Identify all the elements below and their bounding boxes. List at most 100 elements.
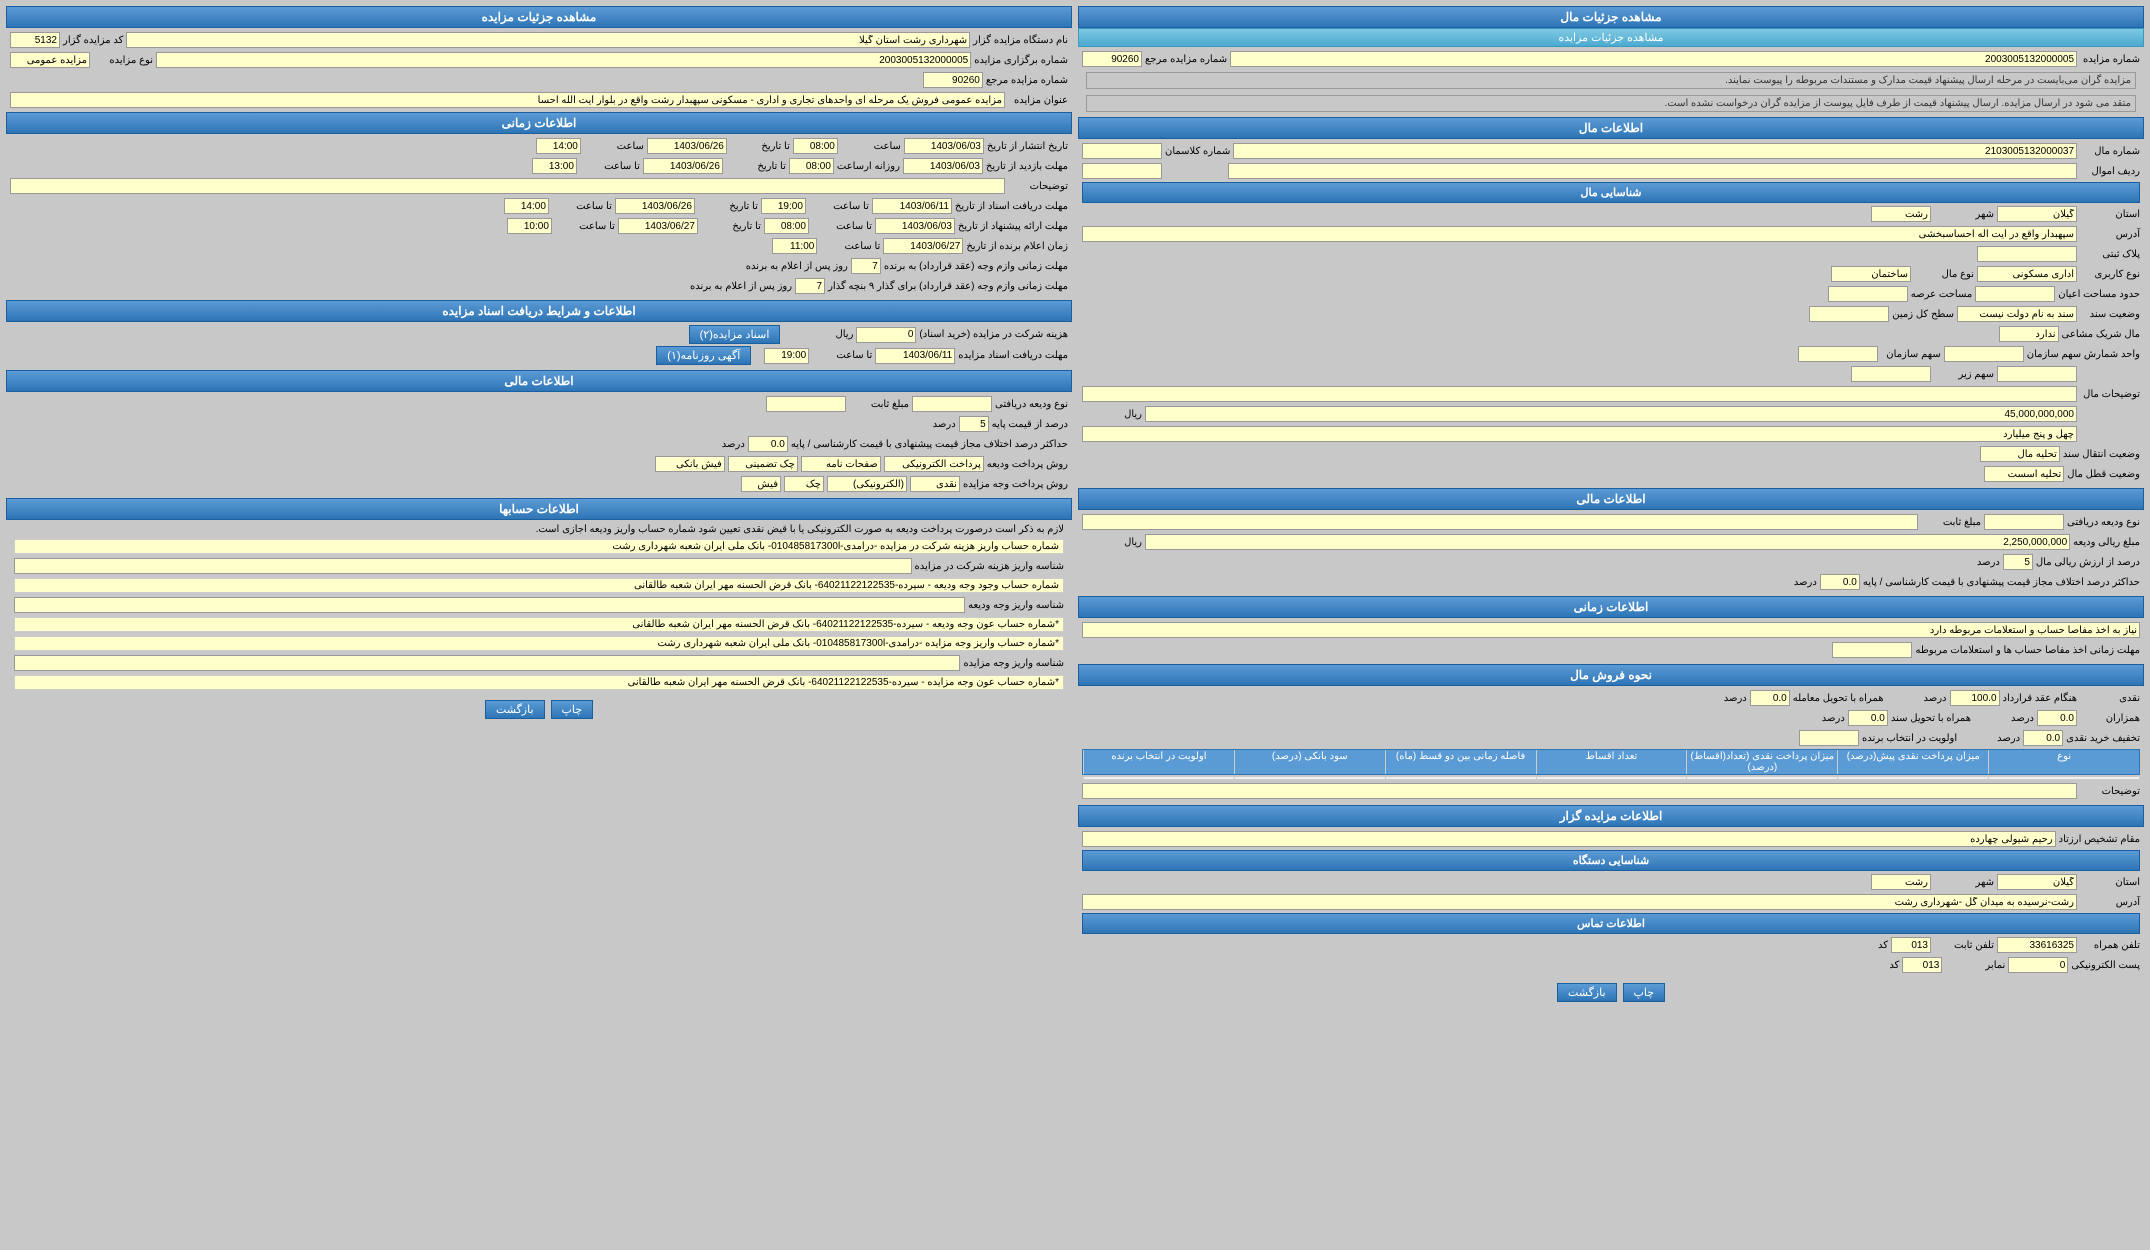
auction-number-field[interactable] (1230, 51, 2077, 67)
r-deposit-id-field[interactable] (14, 597, 965, 613)
r-base-pct-field[interactable] (959, 416, 989, 432)
r-deviation2-field[interactable] (748, 436, 788, 452)
property-class-field[interactable] (1082, 143, 1162, 159)
r-check-field[interactable] (784, 476, 824, 492)
r-organizer-field[interactable] (126, 32, 970, 48)
delivery-note-field[interactable] (1832, 642, 1912, 658)
r-notes-field[interactable] (10, 178, 1005, 194)
r-deadline-end-date-field[interactable] (643, 158, 723, 174)
province-field[interactable] (1997, 206, 2077, 222)
org-share-field[interactable] (1944, 346, 2024, 362)
notes-field[interactable] (1082, 386, 2077, 402)
r-contract-days-field[interactable] (851, 258, 881, 274)
a-address-field[interactable] (1082, 894, 2077, 910)
surface-area-field[interactable] (1975, 286, 2055, 302)
phone-code-field[interactable] (1891, 937, 1931, 953)
usage-type-field[interactable] (1977, 266, 2077, 282)
land-area2-field[interactable] (1809, 306, 1889, 322)
partner-field[interactable] (1999, 326, 2059, 342)
installment-field[interactable] (1750, 690, 1790, 706)
transfer-status-field[interactable] (1980, 446, 2060, 462)
r-winner-time-field[interactable] (772, 238, 817, 254)
right-print-button[interactable]: چاپ (551, 700, 594, 719)
r-deadline-time-field[interactable] (789, 158, 834, 174)
account-note-field[interactable] (1082, 622, 2140, 638)
r-pre-end-field[interactable] (618, 218, 698, 234)
r-title-field[interactable] (10, 92, 1005, 108)
r-pre-end-time-field[interactable] (507, 218, 552, 234)
notes2-field[interactable] (1082, 783, 2077, 799)
deviation-field[interactable] (1820, 574, 1860, 590)
r-online-button[interactable]: آگهی روزنامه(۱) (656, 346, 751, 365)
winner-priority-field[interactable] (1799, 730, 1859, 746)
r-ref-field[interactable] (923, 72, 983, 88)
a-city-field[interactable] (1871, 874, 1931, 890)
r-auction-id-field[interactable] (14, 655, 960, 671)
r-contract-days3-field[interactable] (795, 278, 825, 294)
property-number-field[interactable] (1233, 143, 2077, 159)
address-field[interactable] (1082, 226, 2077, 242)
r-end-time-field[interactable] (536, 138, 581, 154)
base-price-field[interactable] (1145, 406, 2077, 422)
r-fiche-field[interactable] (741, 476, 781, 492)
city-field[interactable] (1871, 206, 1931, 222)
ownership-field[interactable] (1957, 306, 2077, 322)
r-deadline-end-time-field[interactable] (532, 158, 577, 174)
r-pre-time-field[interactable] (764, 218, 809, 234)
r-doc-deadline-field[interactable] (872, 198, 952, 214)
left-print-button[interactable]: چاپ (1623, 983, 1666, 1002)
r-fixed-amount-field[interactable] (766, 396, 846, 412)
r-doc-time-field[interactable] (761, 198, 806, 214)
r-buy-button[interactable]: اسناد مزایده(۲) (689, 325, 781, 344)
r-cash-field[interactable] (910, 476, 960, 492)
r-electronic-field[interactable] (827, 476, 907, 492)
r-end-date-field[interactable] (647, 138, 727, 154)
r-doc-deadline2-field[interactable] (875, 348, 955, 364)
r-pre-field[interactable] (875, 218, 955, 234)
r-payment2-field[interactable] (801, 456, 881, 472)
right-back-button[interactable]: بازگشت (485, 700, 545, 719)
r-participation-fee-field[interactable] (856, 327, 916, 343)
r-doc-time2-field[interactable] (764, 348, 809, 364)
partner-shares-field[interactable] (1798, 346, 1878, 362)
r-doc-end-time-field[interactable] (504, 198, 549, 214)
fax-field[interactable] (2008, 957, 2068, 973)
r-start-date-field[interactable] (904, 138, 984, 154)
base-price-pct-field[interactable] (2003, 554, 2033, 570)
r-org-id-field[interactable] (14, 558, 912, 574)
r-winner-field[interactable] (883, 238, 963, 254)
r-payment4-field[interactable] (655, 456, 725, 472)
r-auction-num-field[interactable] (156, 52, 971, 68)
left-back-button[interactable]: بازگشت (1557, 983, 1617, 1002)
property-amount-field[interactable] (1082, 163, 1162, 179)
asset-row-field[interactable] (1228, 163, 2077, 179)
deposit-type-field[interactable] (1984, 514, 2064, 530)
rial-value-field[interactable] (1145, 534, 2070, 550)
bond-field[interactable] (1848, 710, 1888, 726)
fixed-amount-field[interactable] (1082, 514, 1918, 530)
r-payment3-field[interactable] (728, 456, 798, 472)
r-doc-end-field[interactable] (615, 198, 695, 214)
broker-field[interactable] (2037, 710, 2077, 726)
r-type-field[interactable] (10, 52, 90, 68)
sub-share-field[interactable] (1997, 366, 2077, 382)
r-payment1-field[interactable] (884, 456, 984, 472)
fax-code-field[interactable] (1902, 957, 1942, 973)
ownership-label: وضعیت سند (2080, 309, 2140, 320)
cash-discount-field[interactable] (2023, 730, 2063, 746)
r-deadline-date-field[interactable] (903, 158, 983, 174)
financial-status-field[interactable] (1984, 466, 2064, 482)
a-province-field[interactable] (1997, 874, 2077, 890)
property-type-field[interactable] (1831, 266, 1911, 282)
r-deposit-type-field[interactable] (912, 396, 992, 412)
postal-code-field[interactable] (1977, 246, 2077, 262)
land-area-field[interactable] (1828, 286, 1908, 302)
r-code-field[interactable] (10, 32, 60, 48)
r-start-time-field[interactable] (793, 138, 838, 154)
contract-pct-field[interactable] (1950, 690, 2000, 706)
base-price-letters-field[interactable] (1082, 426, 2077, 442)
sub-share2-field[interactable] (1851, 366, 1931, 382)
agent-field[interactable] (1082, 831, 2056, 847)
phone-field[interactable] (1997, 937, 2077, 953)
ref-number-field[interactable] (1082, 51, 1142, 67)
